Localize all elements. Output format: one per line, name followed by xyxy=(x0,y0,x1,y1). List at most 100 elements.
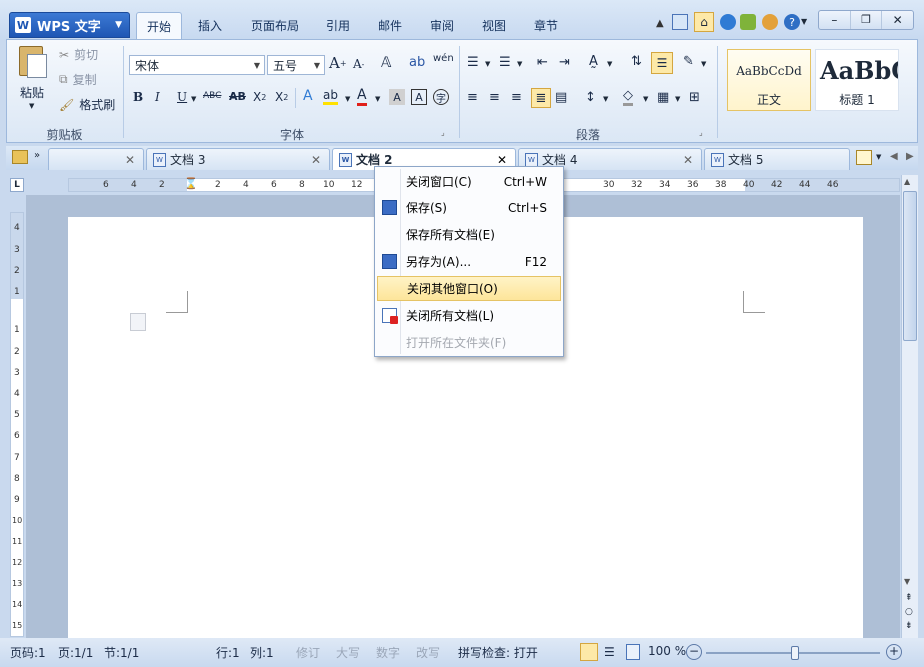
chevron-right-icon[interactable]: » xyxy=(34,150,40,161)
chevron-down-icon[interactable]: ▼ xyxy=(801,17,807,26)
menu-close-window[interactable]: 关闭窗口(C)Ctrl+W xyxy=(377,169,561,194)
style-heading1[interactable]: AaBbC 标题 1 xyxy=(815,49,899,111)
vertical-scrollbar[interactable]: ▲ ▼ ⇞ ○ ⇟ xyxy=(901,175,918,638)
line-spacing-icon[interactable]: ↕ xyxy=(585,90,596,105)
scroll-right-icon[interactable]: ▶ xyxy=(906,151,914,162)
phonetic-icon[interactable]: wén xyxy=(433,53,454,64)
folder-icon[interactable] xyxy=(12,150,28,164)
status-page-code[interactable]: 页码:1 xyxy=(10,644,46,661)
minimize-ribbon-icon[interactable]: ▲ xyxy=(656,18,664,29)
close-tab-icon[interactable]: ✕ xyxy=(683,153,693,167)
copy-button[interactable]: ⧉复制 xyxy=(59,71,97,88)
style-normal[interactable]: AaBbCcDd 正文 xyxy=(727,49,811,111)
skin-icon[interactable] xyxy=(740,14,756,30)
pinyin-icon[interactable]: ab xyxy=(409,55,425,70)
outline-view-icon[interactable]: ☰ xyxy=(604,645,615,659)
status-section[interactable]: 节:1/1 xyxy=(104,644,139,661)
tab-view[interactable]: 视图 xyxy=(472,13,516,38)
help-icon[interactable]: ? xyxy=(784,14,800,30)
enclose-char-icon[interactable]: 字 xyxy=(433,89,449,105)
tab-page-layout[interactable]: 页面布局 xyxy=(240,13,310,38)
decrease-indent-icon[interactable]: ⇤ xyxy=(537,55,548,70)
scroll-down-icon[interactable]: ▼ xyxy=(904,577,910,586)
bold-icon[interactable]: B xyxy=(133,90,143,104)
doc-tab-5[interactable]: W文档 5 xyxy=(704,148,850,170)
chinese-layout-icon[interactable]: A̰ xyxy=(589,54,598,69)
new-document-icon[interactable] xyxy=(856,150,872,165)
show-marks-icon[interactable]: ☰ xyxy=(651,52,673,74)
chevron-down-icon[interactable]: ▼ xyxy=(675,95,680,103)
app-menu-button[interactable]: W WPS 文字 ▼ xyxy=(9,12,130,38)
grow-font-icon[interactable]: A+ xyxy=(329,54,347,72)
scroll-thumb[interactable] xyxy=(903,191,917,341)
chevron-down-icon[interactable]: ▼ xyxy=(517,60,522,68)
italic-icon[interactable]: I xyxy=(155,90,160,104)
subscript-icon[interactable]: X2 xyxy=(253,90,266,104)
font-family-select[interactable]: 宋体▼ xyxy=(129,55,265,75)
scroll-up-icon[interactable]: ▲ xyxy=(904,177,910,186)
paste-icon[interactable] xyxy=(15,44,49,84)
dialog-launcher-icon[interactable]: ⌟ xyxy=(441,128,445,137)
close-button[interactable]: ✕ xyxy=(882,11,913,29)
chevron-down-icon[interactable]: ▼ xyxy=(603,95,608,103)
align-right-icon[interactable]: ≡ xyxy=(511,90,522,105)
page-view-icon[interactable] xyxy=(580,643,598,661)
chevron-down-icon[interactable]: ▼ xyxy=(643,95,648,103)
close-tab-icon[interactable]: ✕ xyxy=(125,153,135,167)
shading-icon[interactable]: ◇ xyxy=(623,88,633,106)
numbered-list-icon[interactable]: ☰ xyxy=(499,55,511,70)
format-painter-button[interactable]: 🖌格式刷 xyxy=(59,96,115,113)
chevron-down-icon[interactable]: ▼ xyxy=(876,153,881,161)
tab-stop-selector[interactable]: L xyxy=(10,178,24,192)
people-icon[interactable] xyxy=(762,14,778,30)
tab-references[interactable]: 引用 xyxy=(318,13,358,38)
increase-indent-icon[interactable]: ⇥ xyxy=(559,55,570,70)
chevron-down-icon[interactable]: ▼ xyxy=(29,102,34,110)
zoom-out-icon[interactable]: − xyxy=(686,644,702,660)
browse-object-icon[interactable]: ○ xyxy=(905,607,913,617)
maximize-button[interactable]: ❐ xyxy=(850,11,883,29)
shrink-font-icon[interactable]: A- xyxy=(353,57,364,71)
justify-icon[interactable]: ≣ xyxy=(531,88,551,108)
distribute-icon[interactable]: ▤ xyxy=(555,90,567,105)
globe-icon[interactable] xyxy=(720,14,736,30)
highlight-icon[interactable]: ab xyxy=(323,88,338,105)
chevron-down-icon[interactable]: ▼ xyxy=(345,95,350,103)
superscript-icon[interactable]: X2 xyxy=(275,90,288,104)
strikethrough-icon[interactable]: ABC xyxy=(203,91,221,101)
window-icon[interactable] xyxy=(672,14,688,30)
chevron-down-icon[interactable]: ▼ xyxy=(375,95,380,103)
scroll-left-icon[interactable]: ◀ xyxy=(890,151,898,162)
close-tab-icon[interactable]: ✕ xyxy=(497,153,507,167)
web-view-icon[interactable] xyxy=(626,644,640,660)
status-page[interactable]: 页:1/1 xyxy=(58,644,93,661)
text-effect-icon[interactable]: A xyxy=(303,88,313,104)
char-shading-icon[interactable]: A xyxy=(389,89,405,105)
menu-close-all[interactable]: 关闭所有文档(L) xyxy=(377,303,561,328)
text-tools-icon[interactable]: ✎ xyxy=(683,54,694,69)
next-page-icon[interactable]: ⇟ xyxy=(905,621,913,631)
zoom-level[interactable]: 100 % xyxy=(648,644,686,658)
menu-close-others[interactable]: 关闭其他窗口(O) xyxy=(377,276,561,301)
minimize-button[interactable]: – xyxy=(819,11,850,29)
menu-save-as[interactable]: 另存为(A)...F12 xyxy=(377,249,561,274)
align-center-icon[interactable]: ≡ xyxy=(489,90,500,105)
status-spell-check[interactable]: 拼写检查: 打开 xyxy=(458,644,538,661)
chevron-down-icon[interactable]: ▼ xyxy=(701,60,706,68)
menu-save-all[interactable]: 保存所有文档(E) xyxy=(377,222,561,247)
cut-button[interactable]: ✂剪切 xyxy=(59,46,98,63)
sort-icon[interactable]: ⇅ xyxy=(631,54,642,69)
underline-icon[interactable]: U xyxy=(177,90,187,104)
status-revise[interactable]: 修订 xyxy=(296,644,320,661)
zoom-in-icon[interactable]: + xyxy=(886,644,902,660)
tab-review[interactable]: 审阅 xyxy=(420,13,464,38)
close-tab-icon[interactable]: ✕ xyxy=(311,153,321,167)
vertical-ruler[interactable]: 4 3 2 1 1 2 3 4 5 6 7 8 9 10 11 12 13 14… xyxy=(10,212,24,637)
tab-home[interactable]: 开始 xyxy=(136,12,182,39)
chevron-down-icon[interactable]: ▼ xyxy=(607,60,612,68)
font-color-icon[interactable]: A xyxy=(357,87,367,106)
menu-save[interactable]: 保存(S)Ctrl+S xyxy=(377,195,561,220)
char-border-icon[interactable]: A xyxy=(411,89,427,105)
paste-button[interactable]: 粘贴 xyxy=(17,84,47,101)
chevron-down-icon[interactable]: ▼ xyxy=(191,95,196,103)
